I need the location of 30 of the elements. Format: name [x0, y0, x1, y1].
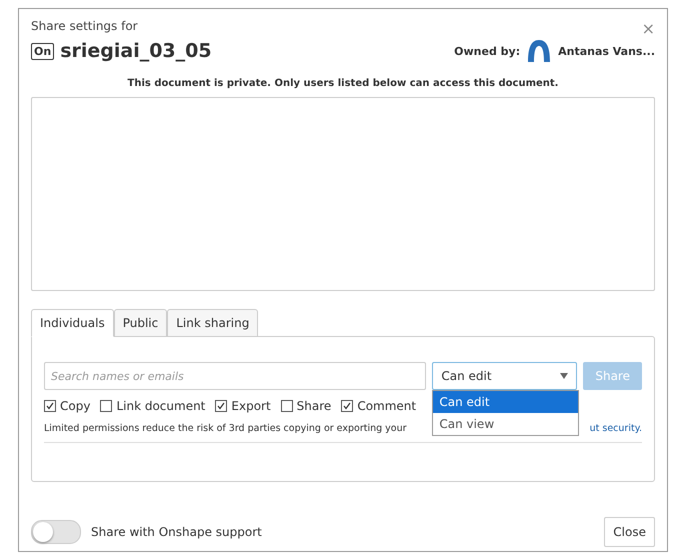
document-badge: On [31, 42, 54, 60]
checkbox-label: Comment [357, 399, 416, 413]
tab[interactable]: Link sharing [167, 309, 258, 337]
permission-select[interactable]: Can edit [432, 362, 578, 390]
document-title: sriegiai_03_05 [60, 40, 212, 62]
checkbox[interactable] [280, 400, 293, 412]
toggle-label: Share with Onshape support [91, 525, 262, 539]
info-text: Limited permissions reduce the risk of 3rd parties copying or exporting your [44, 423, 407, 434]
privacy-notice: This document is private. Only users listed below can access this document. [126, 78, 560, 89]
tab[interactable]: Public [114, 309, 168, 337]
dropdown-option[interactable]: Can edit [433, 391, 578, 413]
checkbox-label: Share [296, 399, 332, 413]
checkbox[interactable] [215, 400, 228, 412]
owner-label: Owned by: [454, 44, 520, 58]
checkbox[interactable] [100, 400, 112, 412]
tab[interactable]: Individuals [31, 309, 114, 337]
security-link[interactable]: ut security. [590, 423, 642, 434]
avatar-icon [528, 40, 550, 62]
checkbox[interactable] [341, 400, 354, 412]
checkbox-label: Link document [116, 399, 206, 413]
close-button[interactable]: Close [604, 517, 655, 547]
search-field[interactable]: Search names or emails [44, 362, 426, 390]
dialog-subtitle: Share settings for [31, 19, 138, 33]
owner-name: Antanas Vans... [558, 44, 655, 58]
caret-icon [560, 373, 568, 379]
support-toggle[interactable] [31, 520, 81, 544]
close-icon[interactable]: × [642, 19, 655, 38]
checkbox-label: Copy [60, 399, 90, 413]
checkbox[interactable] [44, 400, 56, 412]
checkbox-label: Export [231, 399, 271, 413]
